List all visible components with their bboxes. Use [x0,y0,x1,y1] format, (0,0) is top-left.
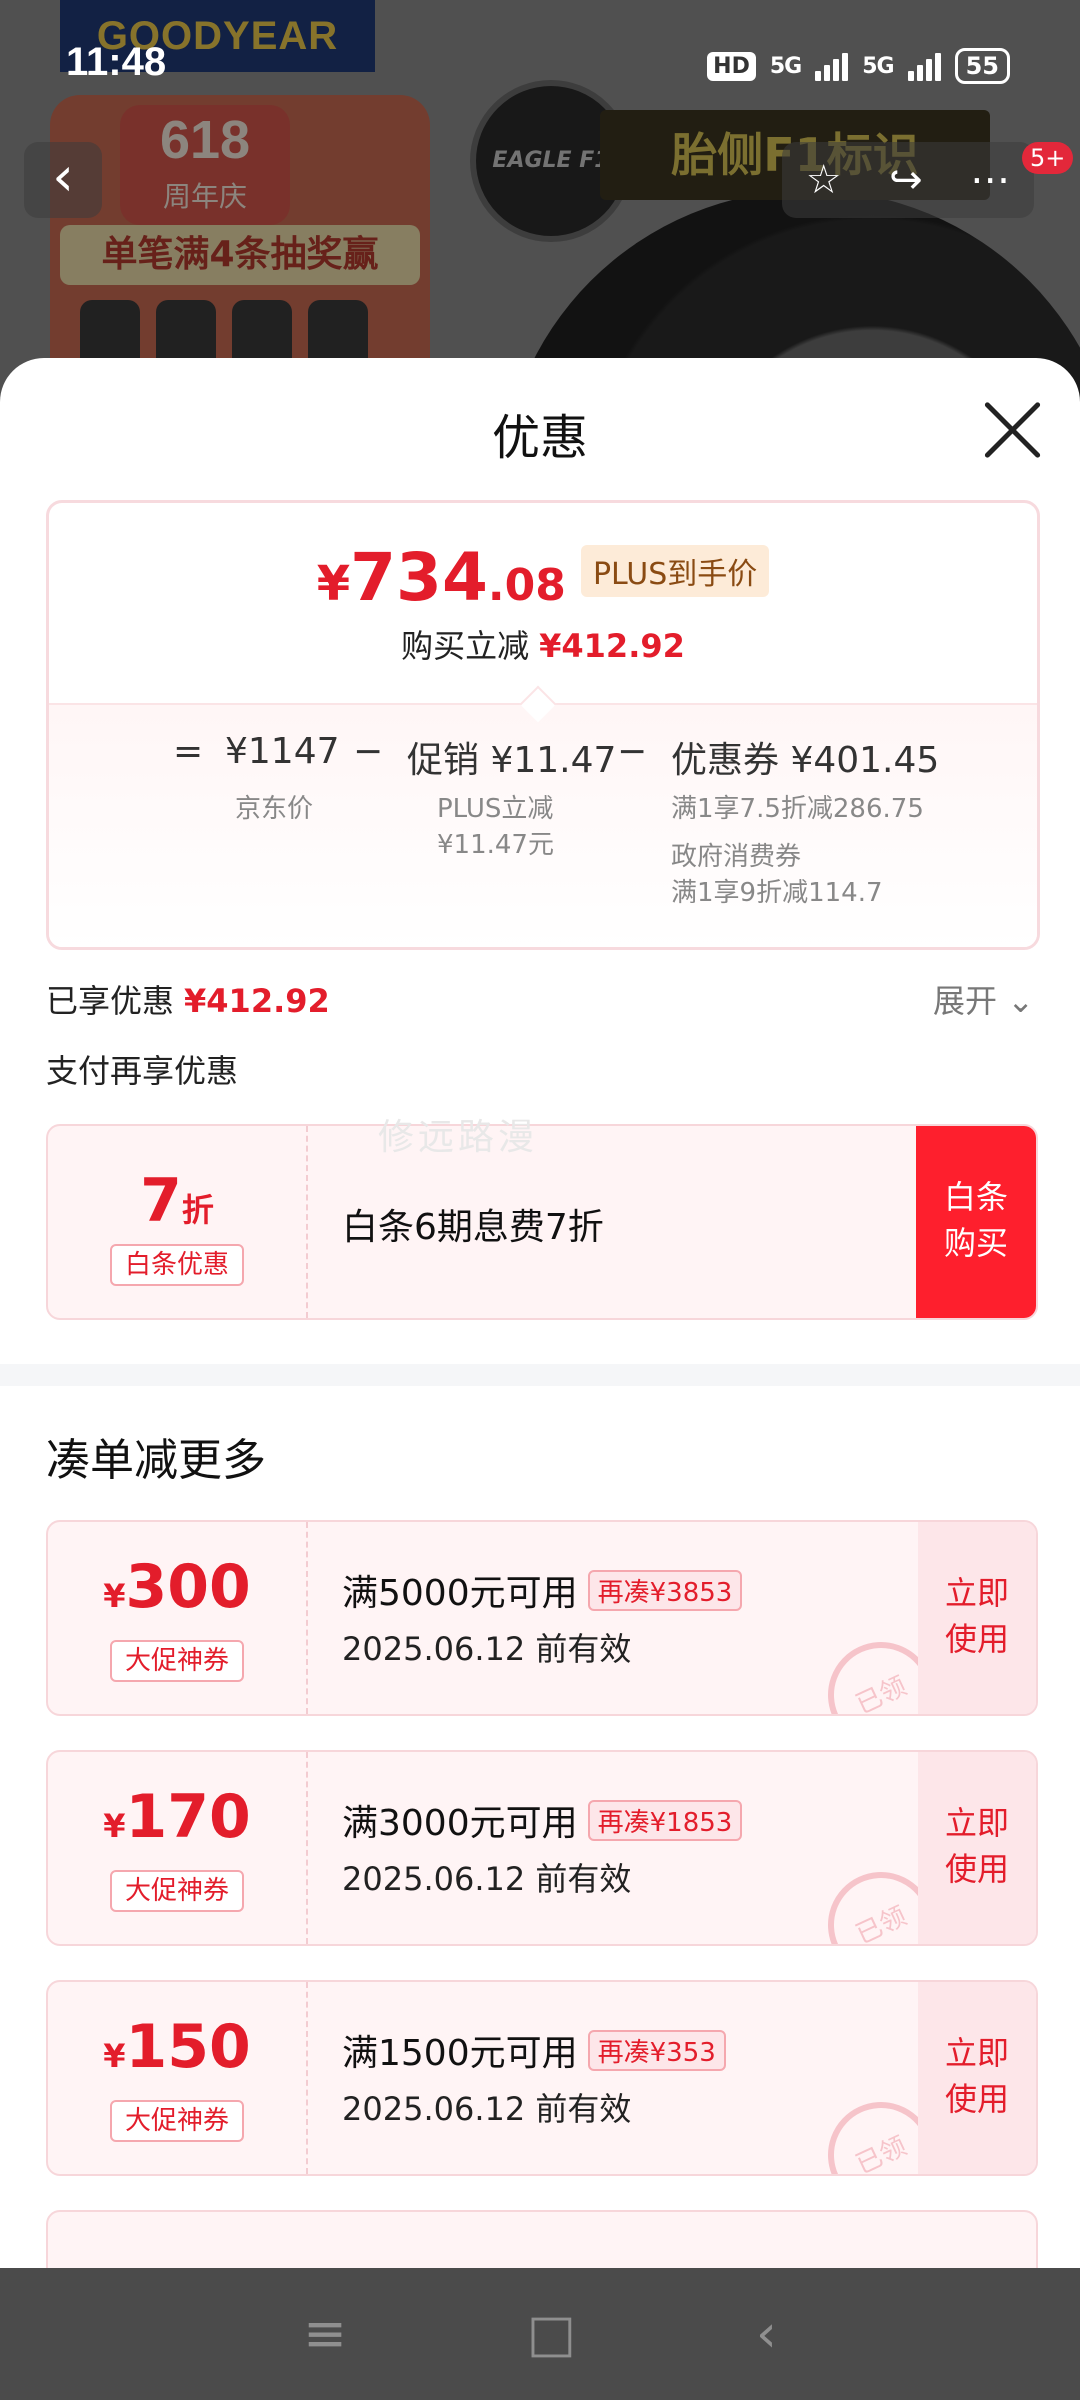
share-icon[interactable]: ↪ [889,157,923,203]
use-now-button[interactable]: 立即 使用 [918,1752,1036,1944]
instant-cut: 购买立减 ¥412.92 [49,621,1037,667]
coupon-extra: 再凑¥3853 [587,1570,743,1611]
coupon-left: ¥170 大促神券 [48,1752,308,1944]
breakdown-caret [519,685,557,723]
network-5g-2: 5G [862,53,894,79]
sheet-title: 优惠 [491,410,588,466]
star-icon[interactable]: ☆ [806,157,842,203]
minus-sign-1: − [353,731,384,772]
pay-more-label: 支付再享优惠 [46,1052,239,1090]
use-now-button[interactable]: 立即 使用 [918,1522,1036,1714]
coupon-left: ¥150 大促神券 [48,1982,308,2174]
coupon-card: ¥300 大促神券 满5000元可用 再凑¥3853 2025.06.12 前有效… [46,1520,1038,1716]
signal-icon [815,51,849,81]
coupon-tag: 大促神券 [110,2100,244,2142]
baitiao-left: 7折 白条优惠 [48,1126,308,1318]
coupon-info: 满5000元可用 再凑¥3853 2025.06.12 前有效 [342,1522,743,1714]
system-nav-bar: ≡ □ ‹ [0,2268,1080,2400]
minus-sign-2: − [617,731,648,772]
chevron-left-icon: ‹ [52,145,74,208]
coupon-left: ¥300 大促神券 [48,1522,308,1714]
instant-cut-value: ¥412.92 [539,627,685,665]
coupon-amount: ¥300 [103,1552,251,1622]
close-icon[interactable] [980,398,1044,462]
coupon-discount: 优惠券 ¥401.45 [671,740,940,781]
enjoyed-label: 已享优惠 [46,982,175,1020]
coupon-label-3: 满1享9折减114.7 [671,878,883,908]
enjoyed-discount: 已享优惠 ¥412.92 [46,976,330,1022]
section-title: 凑单减更多 [46,1435,266,1486]
coupon-amount: ¥170 [103,1782,251,1852]
coupon-threshold: 满3000元可用 [342,1803,578,1844]
price-decimal: .08 [487,560,566,611]
message-badge: 5+ [1022,142,1074,174]
coupon-extra: 再凑¥353 [587,2030,726,2071]
signal-icon [907,51,941,81]
plus-price-badge: PLUS到手价 [580,545,770,597]
coupon-threshold: 满1500元可用 [342,2033,578,2074]
baitiao-amount: 7折 [140,1166,214,1236]
coupon-amount: ¥150 [103,2012,251,2082]
instant-cut-label: 购买立减 [401,627,530,665]
jd-price-label: 京东价 [235,794,314,824]
coupon-date: 2025.06.12 前有效 [342,1860,632,1898]
hd-icon: HD [707,51,756,81]
status-icons: HD 5G 5G 55 [707,48,1010,84]
equals-sign: = [173,731,204,772]
price-integer: 734 [350,539,488,616]
baitiao-offer: 7折 白条优惠 白条6期息费7折 白条 购买 [46,1124,1038,1320]
coupon-label-2: 政府消费券 [671,842,802,872]
back-icon[interactable]: ‹ [756,2304,777,2364]
baitiao-desc: 白条6期息费7折 [342,1207,604,1248]
menu-icon[interactable]: ≡ [303,2304,347,2364]
promo-label-2: ¥11.47元 [437,830,554,860]
coupon-extra: 再凑¥1853 [587,1800,743,1841]
status-time: 11:48 [66,40,167,84]
baitiao-buy-button[interactable]: 白条 购买 [916,1126,1036,1318]
back-button[interactable]: ‹ [24,142,102,218]
coupon-date: 2025.06.12 前有效 [342,1630,632,1668]
status-bar: 11:48 HD 5G 5G 55 [0,0,1080,130]
price-card: ¥734.08 PLUS到手价 购买立减 ¥412.92 = ¥1147 京东价 … [46,500,1040,950]
final-price: ¥734.08 PLUS到手价 [49,539,1037,616]
promo-label-1: PLUS立减 [437,794,554,824]
home-icon[interactable]: □ [527,2304,576,2364]
expand-label: 展开 [933,982,998,1020]
coupon-date: 2025.06.12 前有效 [342,2090,632,2128]
coupon-threshold: 满5000元可用 [342,1573,578,1614]
top-actions: ☆ ↪ ⋯ [782,142,1034,218]
network-5g-1: 5G [769,53,802,79]
baitiao-tag: 白条优惠 [110,1244,244,1286]
chevron-down-icon: ⌄ [1007,982,1034,1020]
coupon-card-partial [46,2210,1038,2268]
coupon-info: 满3000元可用 再凑¥1853 2025.06.12 前有效 [342,1752,743,1944]
watermark: 修远路漫 [378,1117,539,1158]
coupon-info: 满1500元可用 再凑¥353 2025.06.12 前有效 [342,1982,726,2174]
coupon-card: ¥150 大促神券 满1500元可用 再凑¥353 2025.06.12 前有效 … [46,1980,1038,2176]
expand-toggle[interactable]: 展开 ⌄ [933,976,1034,1022]
coupon-tag: 大促神券 [110,1640,244,1682]
more-icon[interactable]: ⋯ [970,157,1010,203]
use-now-button[interactable]: 立即 使用 [918,1982,1036,2174]
section-divider [0,1364,1080,1386]
coupon-tag: 大促神券 [110,1870,244,1912]
jd-price: ¥1147 [225,731,340,772]
coupon-card: ¥170 大促神券 满3000元可用 再凑¥1853 2025.06.12 前有效… [46,1750,1038,1946]
promo-discount: 促销 ¥11.47 [407,740,617,781]
discount-sheet: 优惠 ¥734.08 PLUS到手价 购买立减 ¥412.92 = ¥1147 京… [0,358,1080,2268]
price-currency: ¥ [316,556,351,612]
coupon-label-1: 满1享7.5折减286.75 [671,794,924,824]
price-breakdown: = ¥1147 京东价 − 促销 ¥11.47 PLUS立减 ¥11.47元 −… [49,685,1037,947]
battery-icon: 55 [954,48,1010,84]
enjoyed-value: ¥412.92 [184,982,330,1020]
